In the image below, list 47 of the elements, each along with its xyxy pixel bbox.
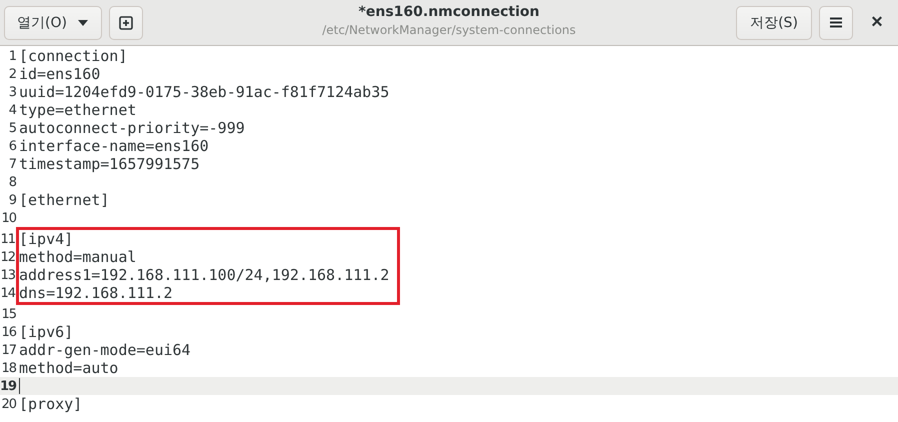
code-line: interface-name=ens160	[19, 137, 209, 155]
line-number: 5	[8, 120, 17, 136]
menu-icon	[830, 17, 842, 28]
caret-icon	[76, 18, 89, 26]
line-number: 1	[8, 48, 17, 64]
line-number: 14	[0, 286, 16, 300]
code-line: timestamp=1657991575	[19, 155, 200, 173]
code-line: [proxy]	[19, 395, 82, 413]
line-number: 6	[8, 138, 18, 154]
line-number: 15	[0, 306, 17, 322]
code-line: uuid=1204efd9-0175-38eb-91ac-f81f7124ab35	[19, 83, 390, 101]
close-button[interactable]: ×	[860, 11, 894, 34]
open-button[interactable]: 열기(O)	[4, 6, 102, 40]
line-number: 12	[0, 250, 16, 264]
line-number: 20	[0, 396, 18, 412]
code-line: type=ethernet	[19, 101, 136, 119]
line-number: 4	[8, 102, 18, 118]
line-number: 2	[8, 66, 17, 82]
code-line: method=auto	[19, 359, 118, 377]
code-line: [ethernet]	[19, 191, 110, 209]
code-line: [ipv6]	[19, 323, 74, 341]
code-line: dns=192.168.111.2	[19, 284, 173, 302]
line-number: 17	[0, 342, 17, 358]
line-number: 9	[8, 192, 18, 208]
window-title: *ens160.nmconnection	[358, 4, 540, 20]
line-number: 10	[0, 210, 18, 226]
code-line: addr-gen-mode=eui64	[19, 341, 191, 359]
save-button[interactable]: 저장(S)	[736, 6, 812, 40]
code-line: [connection]	[19, 47, 128, 65]
line-number: 19	[0, 378, 18, 394]
code-line: method=manual	[19, 248, 136, 266]
code-line: id=ens160	[19, 65, 100, 83]
line-number: 3	[8, 84, 17, 100]
new-document-button[interactable]	[109, 6, 143, 40]
text-cursor	[19, 378, 20, 394]
line-number: 13	[0, 268, 16, 282]
menu-button[interactable]	[819, 6, 853, 40]
line-number: 8	[8, 174, 18, 190]
line-number: 11	[0, 232, 16, 246]
line-number: 16	[0, 324, 18, 340]
code-line: address1=192.168.111.100/24,192.168.111.2	[19, 266, 390, 284]
code-line: [ipv4]	[19, 230, 74, 248]
line-number: 7	[8, 156, 17, 172]
code-line: autoconnect-priority=-999	[19, 119, 245, 137]
new-document-icon	[119, 16, 133, 30]
file-path: /etc/NetworkManager/system-connections	[322, 23, 576, 37]
line-number: 18	[0, 360, 18, 376]
